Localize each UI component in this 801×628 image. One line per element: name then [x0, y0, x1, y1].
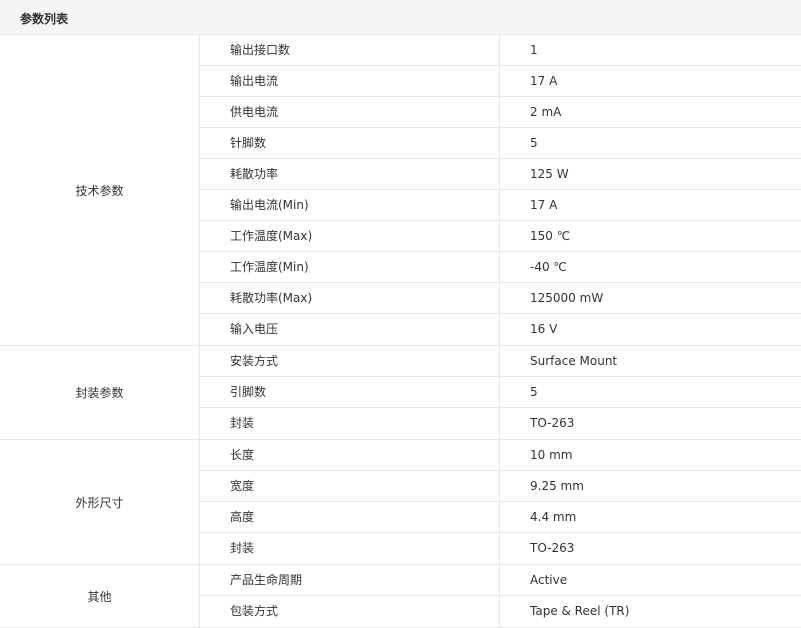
- parameter-name: 输出电流: [200, 66, 500, 96]
- table-row: 产品生命周期 Active: [200, 565, 801, 596]
- parameter-name: 封装: [200, 533, 500, 564]
- parameter-group: 技术参数 输出接口数 1 输出电流 17 A 供电电流 2 mA 针脚数 5 耗散功率 125 W输…: [0, 35, 801, 346]
- table-row: 长度 10 mm: [200, 440, 801, 471]
- parameter-value: 9.25 mm: [530, 479, 584, 493]
- table-header: 参数列表: [0, 0, 801, 35]
- table-row: 输出接口数 1: [200, 35, 801, 66]
- group-label: 封装参数: [0, 346, 200, 439]
- parameter-group: 外形尺寸 长度 10 mm 宽度 9.25 mm 高度 4.4 mm 封装 TO-263: [0, 440, 801, 565]
- table-row: 耗散功率 125 W: [200, 159, 801, 190]
- table-row: 针脚数 5: [200, 128, 801, 159]
- parameter-name: 供电电流: [200, 97, 500, 127]
- parameter-name: 输出电流(Min): [200, 190, 500, 220]
- group-label: 其他: [0, 565, 200, 627]
- parameter-value: 4.4 mm: [530, 510, 577, 524]
- parameter-name: 针脚数: [200, 128, 500, 158]
- table-row: 高度 4.4 mm: [200, 502, 801, 533]
- parameter-value: 2 mA: [530, 105, 562, 119]
- table-row: 宽度 9.25 mm: [200, 471, 801, 502]
- parameter-name: 宽度: [200, 471, 500, 501]
- parameter-name: 引脚数: [200, 377, 500, 407]
- parameter-name: 耗散功率(Max): [200, 283, 500, 313]
- table-row: 耗散功率(Max) 125000 mW: [200, 283, 801, 314]
- parameter-value: TO-263: [530, 416, 575, 430]
- parameter-name: 输出接口数: [200, 35, 500, 65]
- parameter-value: 125 W: [530, 167, 569, 181]
- parameter-name: 高度: [200, 502, 500, 532]
- parameter-name: 输入电压: [200, 314, 500, 345]
- table-row: 包装方式 Tape & Reel (TR): [200, 596, 801, 627]
- table-row: 引脚数 5: [200, 377, 801, 408]
- table-row: 供电电流 2 mA: [200, 97, 801, 128]
- parameter-name: 长度: [200, 440, 500, 470]
- parameter-value: 17 A: [530, 74, 558, 88]
- parameter-value: 5: [530, 136, 538, 150]
- table-row: 封装 TO-263: [200, 533, 801, 564]
- table-row: 输出电流(Min) 17 A: [200, 190, 801, 221]
- parameter-name: 耗散功率: [200, 159, 500, 189]
- parameter-name: 产品生命周期: [200, 565, 500, 595]
- table-row: 输入电压 16 V: [200, 314, 801, 345]
- table-row: 输出电流 17 A: [200, 66, 801, 97]
- table-row: 安装方式 Surface Mount: [200, 346, 801, 377]
- parameter-value: Tape & Reel (TR): [530, 604, 630, 618]
- parameter-group: 封装参数 安装方式 Surface Mount 引脚数 5 封装 TO-263: [0, 346, 801, 440]
- parameter-name: 安装方式: [200, 346, 500, 376]
- parameter-value: Surface Mount: [530, 354, 618, 368]
- parameter-name: 工作温度(Min): [200, 252, 500, 282]
- page-title: 参数列表: [20, 12, 69, 26]
- table-row: 工作温度(Min) -40 ℃: [200, 252, 801, 283]
- parameter-table: 技术参数 输出接口数 1 输出电流 17 A 供电电流 2 mA 针脚数 5 耗散功率 125 W输…: [0, 35, 801, 628]
- parameter-value: 16 V: [530, 322, 558, 336]
- group-rows: 产品生命周期 Active 包装方式 Tape & Reel (TR): [200, 565, 801, 627]
- parameter-value: 17 A: [530, 198, 558, 212]
- parameter-name: 包装方式: [200, 596, 500, 627]
- group-rows: 输出接口数 1 输出电流 17 A 供电电流 2 mA 针脚数 5 耗散功率 125 W 输出电流(…: [200, 35, 801, 345]
- parameter-value: -40 ℃: [530, 260, 567, 274]
- table-row: 工作温度(Max) 150 ℃: [200, 221, 801, 252]
- group-rows: 安装方式 Surface Mount 引脚数 5 封装 TO-263: [200, 346, 801, 439]
- group-rows: 长度 10 mm 宽度 9.25 mm 高度 4.4 mm 封装 TO-263: [200, 440, 801, 564]
- parameter-value: 5: [530, 385, 538, 399]
- parameter-value: 150 ℃: [530, 229, 571, 243]
- parameter-group: 其他 产品生命周期 Active 包装方式 Tape & Reel (TR): [0, 565, 801, 628]
- table-row: 封装 TO-263: [200, 408, 801, 439]
- parameter-name: 封装: [200, 408, 500, 439]
- parameter-value: 1: [530, 43, 538, 57]
- group-label: 外形尺寸: [0, 440, 200, 564]
- group-label: 技术参数: [0, 35, 200, 345]
- parameter-value: Active: [530, 573, 568, 587]
- parameter-value: 10 mm: [530, 448, 573, 462]
- parameter-value: 125000 mW: [530, 291, 604, 305]
- parameter-value: TO-263: [530, 541, 575, 555]
- parameter-name: 工作温度(Max): [200, 221, 500, 251]
